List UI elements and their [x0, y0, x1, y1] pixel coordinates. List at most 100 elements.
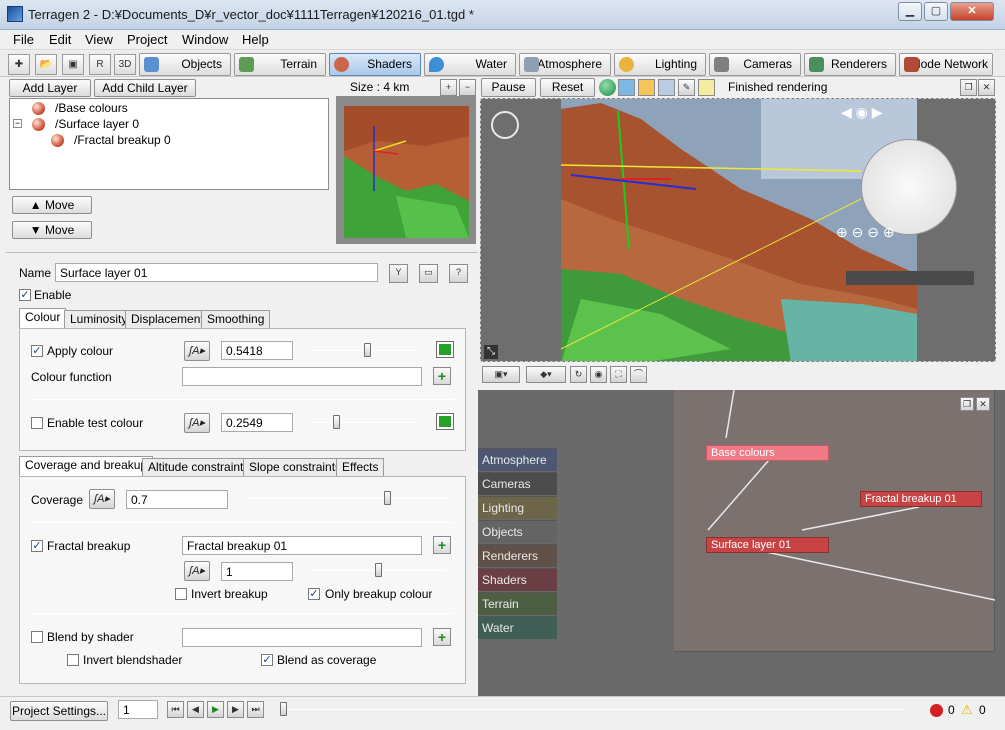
pencil-icon[interactable] [698, 79, 715, 96]
tab-displacement[interactable]: Displacement [125, 310, 210, 329]
globe-icon[interactable] [599, 79, 616, 96]
name-field[interactable]: Surface layer 01 [55, 263, 378, 282]
layer-item[interactable]: /Base colours [55, 101, 128, 115]
node-category-cameras[interactable]: Cameras [478, 472, 557, 495]
tab-lighting[interactable]: Lighting [614, 53, 706, 76]
function-icon[interactable]: ʃA▸ [89, 489, 115, 509]
test-colour-value[interactable]: 0.2549 [221, 413, 293, 432]
first-frame-icon[interactable]: ⏮ [167, 701, 184, 718]
zoom-in-icon[interactable]: + [440, 79, 457, 96]
test-colour-swatch[interactable] [436, 413, 454, 430]
terrain-view-icon[interactable] [618, 79, 635, 96]
enable-test-colour-checkbox[interactable] [31, 417, 43, 429]
menu-view[interactable]: View [85, 32, 113, 47]
frame-field[interactable]: 1 [118, 700, 158, 719]
node-base-colours[interactable]: Base colours [706, 445, 829, 461]
node-fractal-breakup[interactable]: Fractal breakup 01 [860, 491, 982, 507]
help-icon[interactable]: ? [449, 264, 468, 283]
timeline-slider[interactable] [280, 709, 904, 710]
node-surface-layer[interactable]: Surface layer 01 [706, 537, 829, 553]
node-link-icon[interactable]: Y [389, 264, 408, 283]
node-category-renderers[interactable]: Renderers [478, 544, 557, 567]
project-settings-button[interactable]: Project Settings... [10, 701, 108, 721]
function-icon[interactable]: ʃA▸ [184, 341, 210, 361]
coverage-slider-thumb[interactable] [384, 491, 392, 505]
navigation-joystick[interactable] [861, 139, 957, 235]
apply-colour-slider[interactable] [309, 350, 417, 351]
tab-colour[interactable]: Colour [19, 308, 67, 329]
close-button[interactable]: ✕ [950, 2, 994, 21]
blend-shader-checkbox[interactable] [31, 631, 43, 643]
fractal-breakup-field[interactable]: Fractal breakup 01 [182, 536, 422, 555]
node-category-terrain[interactable]: Terrain [478, 592, 557, 615]
menu-project[interactable]: Project [127, 32, 167, 47]
tab-smoothing[interactable]: Smoothing [201, 310, 271, 329]
move-up-button[interactable]: ▲ Move [12, 196, 92, 214]
layer-item-selected[interactable]: /Surface layer 0 [55, 117, 139, 131]
coverage-value[interactable]: 0.7 [126, 490, 228, 509]
node-category-shaders[interactable]: Shaders [478, 568, 557, 591]
camera-select-icon[interactable]: ▣▾ [482, 366, 520, 383]
invert-blendshader-checkbox[interactable] [67, 654, 79, 666]
reset-button[interactable]: Reset [540, 78, 595, 97]
function-icon[interactable]: ʃA▸ [184, 413, 210, 433]
object-select-icon[interactable]: ◆▾ [526, 366, 566, 383]
restore-pane-icon[interactable]: ❐ [960, 79, 977, 96]
new-file-icon[interactable]: ✚ [8, 54, 30, 75]
maximize-button[interactable]: ▢ [924, 2, 948, 21]
add-function-button[interactable]: + [433, 367, 451, 385]
3d-viewport[interactable]: ◀ ◉ ▶ ⊕ ⊖ ⊖ ⊕ ⤡ [480, 98, 996, 362]
layer-item[interactable]: /Fractal breakup 0 [74, 133, 171, 147]
fractal-breakup-checkbox[interactable]: ✓ [31, 540, 43, 552]
add-layer-button[interactable]: Add Layer [9, 79, 91, 97]
node-category-atmosphere[interactable]: Atmosphere [478, 448, 557, 471]
collapse-icon[interactable]: − [13, 119, 22, 128]
apply-colour-checkbox[interactable]: ✓ [31, 345, 43, 357]
frame-icon[interactable]: ⛶ [610, 366, 627, 383]
tab-coverage-breakup[interactable]: Coverage and breakup [19, 456, 154, 477]
tab-shaders[interactable]: Shaders [329, 53, 421, 76]
tab-terrain[interactable]: Terrain [234, 53, 326, 76]
tab-renderers[interactable]: Renderers [804, 53, 896, 76]
render-icon[interactable]: R [89, 54, 111, 75]
pause-button[interactable]: Pause [481, 78, 536, 97]
node-category-water[interactable]: Water [478, 616, 557, 639]
timeline-thumb[interactable] [280, 702, 287, 716]
apply-colour-slider-thumb[interactable] [364, 343, 372, 357]
menu-edit[interactable]: Edit [49, 32, 71, 47]
brush-icon[interactable]: ✎ [678, 79, 695, 96]
orbit-icon[interactable] [491, 111, 519, 139]
coverage-slider[interactable] [245, 498, 448, 499]
tab-node-network[interactable]: Node Network [899, 53, 993, 76]
menu-file[interactable]: File [13, 32, 34, 47]
colour-function-field[interactable] [182, 367, 422, 386]
save-icon[interactable]: ▣ [62, 54, 84, 75]
speed-slider[interactable] [846, 271, 974, 285]
prev-frame-icon[interactable]: ◀ [187, 701, 204, 718]
invert-breakup-checkbox[interactable] [175, 588, 187, 600]
menu-help[interactable]: Help [242, 32, 269, 47]
only-breakup-colour-checkbox[interactable]: ✓ [308, 588, 320, 600]
function-icon[interactable]: ʃA▸ [184, 561, 210, 581]
blend-coverage-checkbox[interactable]: ✓ [261, 654, 273, 666]
warning-icon[interactable]: ⚠ [961, 702, 973, 718]
last-frame-icon[interactable]: ⏭ [247, 701, 264, 718]
tab-objects[interactable]: Objects [139, 53, 231, 76]
tab-water[interactable]: Water [424, 53, 516, 76]
tab-effects[interactable]: Effects [336, 458, 385, 477]
cloud-view-icon[interactable] [658, 79, 675, 96]
test-colour-slider[interactable] [309, 422, 417, 423]
error-icon[interactable] [930, 704, 943, 717]
tab-altitude-constraints[interactable]: Altitude constraints [142, 458, 256, 477]
nav-arrows-icon[interactable]: ◀ ◉ ▶ [841, 104, 883, 121]
diagonal-resize-icon[interactable]: ⤡ [484, 345, 498, 359]
play-icon[interactable]: ▶ [207, 701, 224, 718]
fractal-amount-value[interactable]: 1 [221, 562, 293, 581]
menu-window[interactable]: Window [182, 32, 228, 47]
tab-luminosity[interactable]: Luminosity [64, 310, 134, 329]
add-fractal-button[interactable]: + [433, 536, 451, 554]
refresh-icon[interactable]: ↻ [570, 366, 587, 383]
tab-cameras[interactable]: Cameras [709, 53, 801, 76]
open-folder-icon[interactable]: 📂 [35, 54, 57, 75]
enable-checkbox[interactable]: ✓ [19, 289, 31, 301]
